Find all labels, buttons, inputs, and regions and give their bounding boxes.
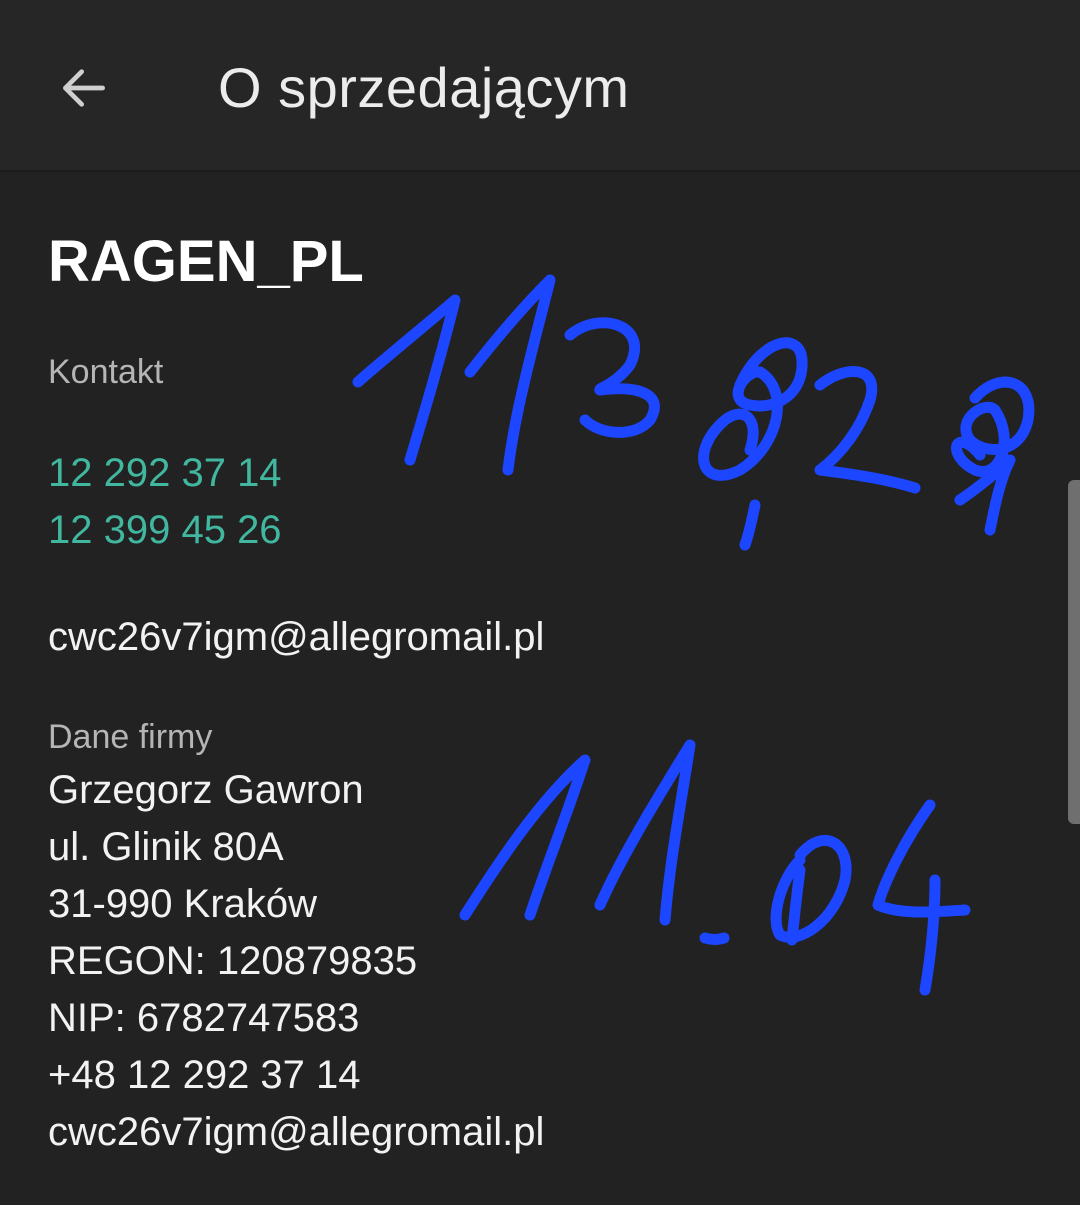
company-owner: Grzegorz Gawron (48, 768, 364, 812)
company-city: 31-990 Kraków (48, 882, 318, 926)
scrollbar[interactable] (1068, 480, 1080, 824)
back-button[interactable] (44, 48, 124, 128)
handwritten-date (459, 739, 971, 996)
company-label: Dane firmy (48, 718, 213, 756)
contact-email[interactable]: cwc26v7igm@allegromail.pl (48, 612, 544, 662)
company-email: cwc26v7igm@allegromail.pl (48, 1110, 545, 1154)
seller-name: RAGEN_PL (48, 229, 364, 294)
company-nip: NIP: 6782747583 (48, 996, 360, 1040)
company-regon: REGON: 120879835 (48, 939, 418, 983)
contact-label: Kontakt (48, 353, 164, 391)
company-street: ul. Glinik 80A (48, 825, 284, 869)
arrow-left-icon (62, 69, 105, 107)
handwritten-amount (352, 274, 1035, 551)
phone-link-2[interactable]: 12 399 45 26 (48, 505, 282, 555)
phone-link-1[interactable]: 12 292 37 14 (48, 448, 282, 498)
company-phone: +48 12 292 37 14 (48, 1053, 361, 1097)
app-bar: O sprzedającym (0, 0, 1080, 172)
page-title: O sprzedającym (218, 56, 630, 119)
